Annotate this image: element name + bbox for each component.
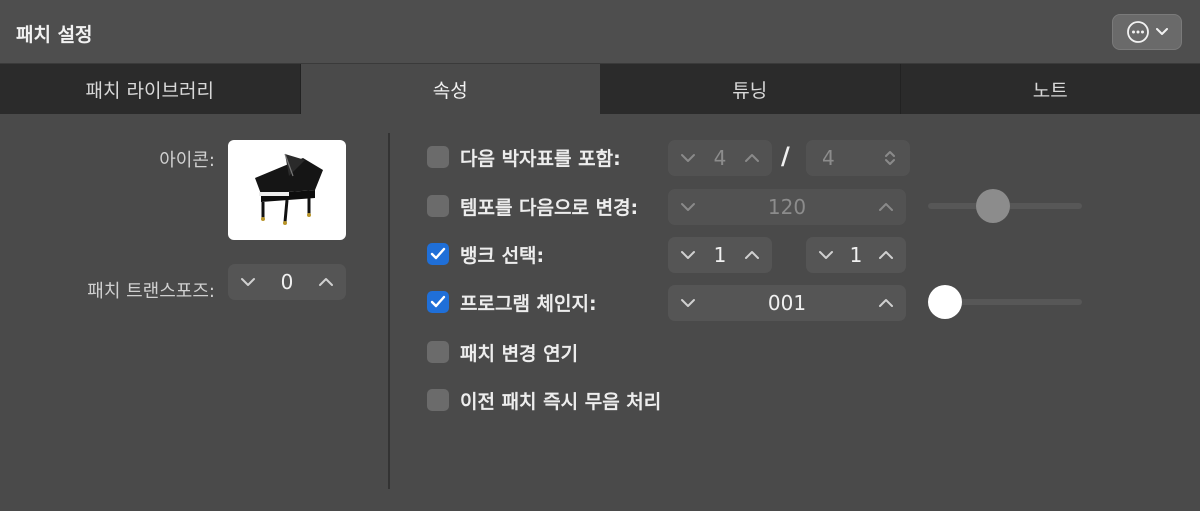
chevron-up-icon[interactable] bbox=[876, 245, 896, 265]
chevron-down-icon[interactable] bbox=[678, 293, 698, 313]
chevron-up-icon[interactable] bbox=[876, 197, 896, 217]
chevron-up-icon[interactable] bbox=[316, 272, 336, 292]
chevron-down-icon[interactable] bbox=[678, 148, 698, 168]
chevron-up-icon[interactable] bbox=[742, 245, 762, 265]
bank-msb-stepper[interactable]: 1 bbox=[668, 237, 772, 273]
chevron-down-icon[interactable] bbox=[678, 245, 698, 265]
chevron-down-icon bbox=[1156, 28, 1168, 36]
window-title: 패치 설정 bbox=[16, 24, 93, 46]
chevron-down-icon[interactable] bbox=[678, 197, 698, 217]
tab-tuning[interactable]: 튜닝 bbox=[600, 64, 901, 114]
grand-piano-icon bbox=[245, 148, 329, 232]
bank-msb-value: 1 bbox=[713, 243, 727, 267]
program-value: 001 bbox=[767, 291, 807, 315]
delay-patch-change-checkbox[interactable] bbox=[427, 341, 449, 363]
mute-previous-patch-checkbox[interactable] bbox=[427, 389, 449, 411]
bank-lsb-stepper[interactable]: 1 bbox=[806, 237, 906, 273]
tab-attributes[interactable]: 속성 bbox=[300, 64, 600, 114]
time-signature-separator: / bbox=[781, 142, 790, 170]
title-bar: 패치 설정 bbox=[0, 0, 1200, 64]
numerator-value: 4 bbox=[713, 146, 727, 170]
tempo-slider-knob[interactable] bbox=[976, 189, 1010, 223]
up-down-chevron-icon bbox=[880, 148, 900, 168]
transpose-label: 패치 트랜스포즈: bbox=[87, 281, 215, 302]
more-options-button[interactable] bbox=[1112, 14, 1182, 50]
program-change-checkbox[interactable] bbox=[427, 291, 449, 313]
program-change-label: 프로그램 체인지: bbox=[460, 293, 597, 315]
program-stepper[interactable]: 001 bbox=[668, 285, 906, 321]
chevron-down-icon[interactable] bbox=[238, 272, 258, 292]
ellipsis-circle-icon bbox=[1126, 20, 1150, 44]
tempo-value: 120 bbox=[767, 195, 807, 219]
denominator-value: 4 bbox=[822, 146, 835, 170]
delay-patch-change-label: 패치 변경 연기 bbox=[460, 343, 579, 365]
bank-lsb-value: 1 bbox=[849, 243, 863, 267]
tempo-checkbox[interactable] bbox=[427, 195, 449, 217]
checkmark-icon bbox=[430, 295, 446, 308]
chevron-up-icon[interactable] bbox=[742, 148, 762, 168]
time-signature-label: 다음 박자표를 포함: bbox=[460, 148, 621, 170]
transpose-value: 0 bbox=[280, 270, 294, 294]
denominator-popup[interactable]: 4 bbox=[806, 140, 910, 176]
time-signature-checkbox[interactable] bbox=[427, 146, 449, 168]
program-slider-knob[interactable] bbox=[928, 285, 962, 319]
chevron-up-icon[interactable] bbox=[876, 293, 896, 313]
tab-notes[interactable]: 노트 bbox=[900, 64, 1200, 114]
tab-bar: 패치 라이브러리 속성 튜닝 노트 bbox=[0, 64, 1200, 114]
column-divider bbox=[388, 133, 390, 489]
mute-previous-patch-label: 이전 패치 즉시 무음 처리 bbox=[460, 391, 662, 413]
transpose-stepper[interactable]: 0 bbox=[228, 264, 346, 300]
numerator-stepper[interactable]: 4 bbox=[668, 140, 772, 176]
tab-patch-library[interactable]: 패치 라이브러리 bbox=[0, 64, 301, 114]
checkmark-icon bbox=[430, 247, 446, 260]
bank-select-checkbox[interactable] bbox=[427, 243, 449, 265]
patch-icon-well[interactable] bbox=[228, 140, 346, 240]
tempo-stepper[interactable]: 120 bbox=[668, 189, 906, 225]
icon-label: 아이콘: bbox=[159, 150, 215, 171]
tempo-label: 템포를 다음으로 변경: bbox=[460, 197, 639, 219]
bank-select-label: 뱅크 선택: bbox=[460, 245, 545, 267]
chevron-down-icon[interactable] bbox=[816, 245, 836, 265]
